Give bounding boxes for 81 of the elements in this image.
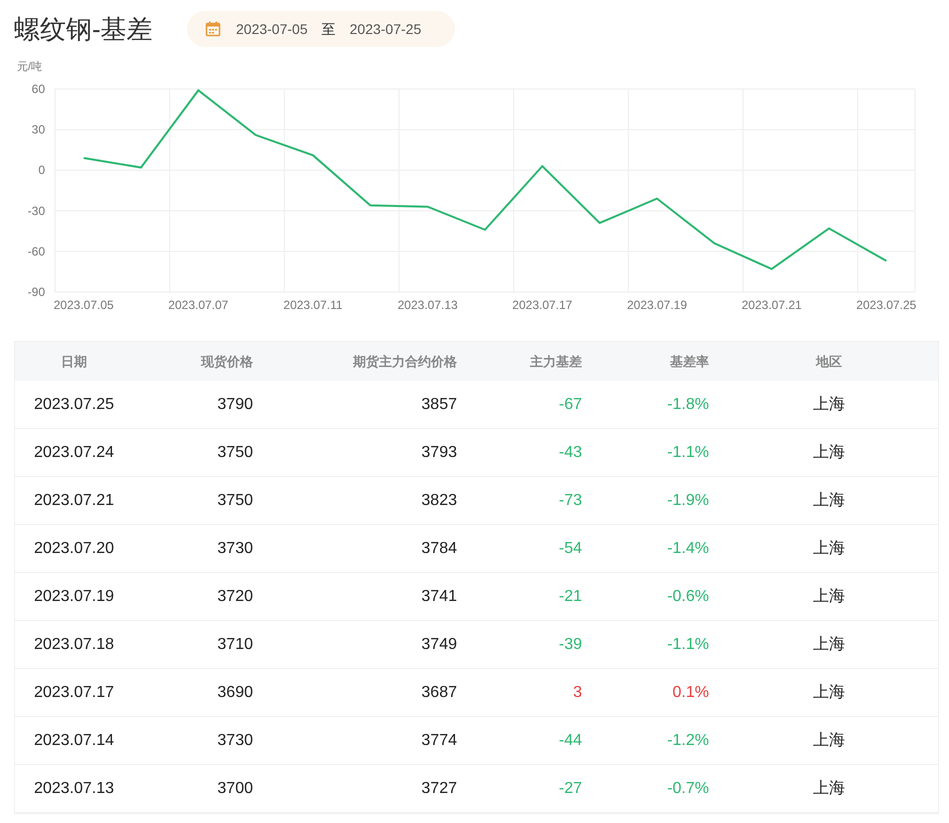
- y-tick-label: -60: [28, 244, 45, 258]
- table-cell: -0.6%: [667, 588, 709, 604]
- table-cell: 上海: [813, 780, 845, 796]
- table-cell: -54: [558, 540, 582, 556]
- table-cell: -39: [558, 636, 582, 652]
- table-cell: -1.4%: [667, 540, 709, 556]
- x-tick-label: 2023.07.19: [626, 298, 688, 312]
- table-cell: 3823: [421, 492, 457, 508]
- column-header: 日期: [61, 354, 87, 369]
- y-tick-label: 30: [32, 122, 45, 137]
- x-tick-label: 2023.07.25: [856, 298, 916, 312]
- table-cell: 3727: [421, 780, 457, 796]
- table-cell: 3687: [421, 684, 457, 700]
- table-cell: 3730: [217, 540, 253, 556]
- table-cell: 2023.07.13: [34, 780, 114, 796]
- table-cell: 3750: [217, 492, 253, 508]
- table-cell: 3710: [217, 636, 253, 652]
- table-cell: 3750: [217, 444, 253, 460]
- x-tick-label: 2023.07.11: [283, 298, 343, 312]
- table-cell: -1.2%: [667, 732, 709, 748]
- column-header: 期货主力合约价格: [353, 354, 457, 369]
- x-tick-label: 2023.07.05: [54, 298, 114, 312]
- x-tick-label: 2023.07.17: [512, 298, 572, 312]
- table-cell: 3749: [421, 636, 457, 652]
- table-cell: -0.7%: [667, 780, 709, 796]
- table-cell: 2023.07.24: [34, 444, 114, 460]
- y-tick-label: -30: [28, 204, 45, 218]
- page-title: 螺纹钢-基差: [14, 16, 154, 42]
- table-cell: 3790: [217, 396, 253, 412]
- date-range-picker[interactable]: 2023-07-05 至 2023-07-25: [187, 11, 455, 47]
- table-cell: 上海: [813, 396, 845, 412]
- table-cell: 2023.07.14: [34, 732, 114, 748]
- column-header: 现货价格: [201, 354, 253, 369]
- x-tick-label: 2023.07.07: [168, 298, 228, 312]
- table-cell: -1.8%: [667, 396, 709, 412]
- table-cell: -27: [558, 780, 582, 796]
- table-cell: 0.1%: [672, 684, 709, 700]
- y-tick-label: -90: [28, 285, 45, 299]
- table-cell: 上海: [813, 588, 845, 604]
- table-cell: 上海: [813, 636, 845, 652]
- start-date: 2023-07-05: [236, 20, 308, 38]
- calendar-icon: [205, 21, 221, 37]
- table-cell: 3690: [217, 684, 253, 700]
- table-cell: 上海: [813, 492, 845, 508]
- y-axis-unit: 元/吨: [17, 61, 42, 73]
- table-cell: 3774: [421, 732, 457, 748]
- table-cell: -21: [558, 588, 582, 604]
- y-tick-label: 0: [38, 163, 45, 178]
- table-cell: 3857: [421, 396, 457, 412]
- x-tick-label: 2023.07.21: [742, 298, 802, 312]
- table-cell: -44: [558, 732, 582, 748]
- table-cell: 上海: [813, 444, 845, 460]
- table-cell: 上海: [813, 684, 845, 700]
- table-cell: -67: [558, 396, 582, 412]
- x-tick-label: 2023.07.13: [398, 298, 458, 312]
- column-header: 地区: [816, 354, 842, 369]
- table-cell: -73: [558, 492, 582, 508]
- column-header: 基差率: [670, 354, 709, 369]
- table-cell: 2023.07.17: [34, 684, 114, 700]
- table-cell: 2023.07.25: [34, 396, 114, 412]
- table-cell: 3793: [421, 444, 457, 460]
- table-cell: 3741: [421, 588, 457, 604]
- table-cell: -1.1%: [667, 636, 709, 652]
- table-cell: 3720: [217, 588, 253, 604]
- end-date: 2023-07-25: [350, 20, 422, 38]
- table-cell: 上海: [813, 732, 845, 748]
- table-cell: 2023.07.19: [34, 588, 114, 604]
- table-cell: -1.1%: [667, 444, 709, 460]
- table-cell: 3: [573, 684, 582, 700]
- table-cell: 2023.07.20: [34, 540, 114, 556]
- range-separator: 至: [322, 20, 336, 38]
- column-header: 主力基差: [530, 354, 582, 369]
- table-cell: 2023.07.18: [34, 636, 114, 652]
- table-cell: 3730: [217, 732, 253, 748]
- table-cell: 上海: [813, 540, 845, 556]
- table-cell: -1.9%: [667, 492, 709, 508]
- table-cell: 2023.07.21: [34, 492, 114, 508]
- table-cell: 3700: [217, 780, 253, 796]
- table-cell: 3784: [421, 540, 457, 556]
- y-tick-label: 60: [32, 82, 45, 96]
- table-cell: -43: [558, 444, 582, 460]
